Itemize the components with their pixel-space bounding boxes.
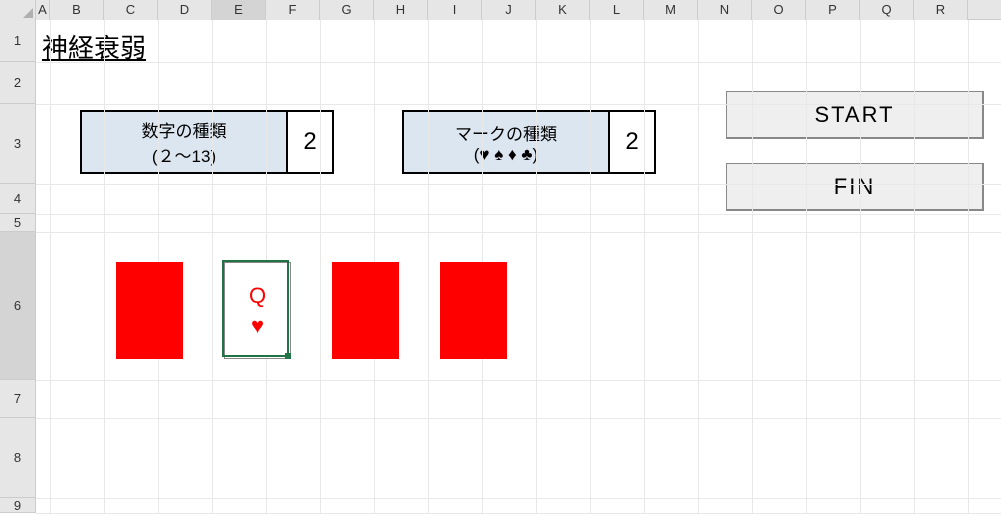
row-header-3[interactable]: 3 (0, 104, 36, 184)
col-header-B[interactable]: B (50, 0, 104, 20)
col-header-O[interactable]: O (752, 0, 806, 20)
col-header-I[interactable]: I (428, 0, 482, 20)
row-header-2[interactable]: 2 (0, 62, 36, 104)
row-header-8[interactable]: 8 (0, 418, 36, 498)
col-header-F[interactable]: F (266, 0, 320, 20)
card-rank: Q (249, 283, 266, 309)
row-header-6[interactable]: 6 (0, 232, 36, 380)
number-types-box: 数字の種類 (２～13) 2 (80, 110, 334, 174)
card-back[interactable] (116, 262, 183, 359)
start-button[interactable]: START (726, 91, 984, 139)
fin-button[interactable]: FIN (726, 163, 984, 211)
row-header-9[interactable]: 9 (0, 498, 36, 513)
card-back[interactable] (440, 262, 507, 359)
col-header-N[interactable]: N (698, 0, 752, 20)
row-header-7[interactable]: 7 (0, 380, 36, 418)
grid-area[interactable]: 神経衰弱 数字の種類 (２～13) 2 マークの種類 (♥ ♠ ♦ ♣) 2 S… (36, 20, 1001, 513)
col-header-A[interactable]: A (36, 0, 50, 20)
col-header-D[interactable]: D (158, 0, 212, 20)
col-header-M[interactable]: M (644, 0, 698, 20)
col-header-G[interactable]: G (320, 0, 374, 20)
number-types-line2: (２～13) (152, 142, 216, 167)
col-header-E[interactable]: E (212, 0, 266, 20)
row-header-1[interactable]: 1 (0, 20, 36, 62)
suit-types-value[interactable]: 2 (610, 112, 654, 172)
number-types-value[interactable]: 2 (288, 112, 332, 172)
col-header-Q[interactable]: Q (860, 0, 914, 20)
col-header-L[interactable]: L (590, 0, 644, 20)
suit-types-label: マークの種類 (♥ ♠ ♦ ♣) (404, 112, 610, 172)
card-back[interactable] (332, 262, 399, 359)
suit-types-box: マークの種類 (♥ ♠ ♦ ♣) 2 (402, 110, 656, 174)
col-header-H[interactable]: H (374, 0, 428, 20)
col-header-K[interactable]: K (536, 0, 590, 20)
suit-types-line1: マークの種類 (455, 120, 557, 145)
col-header-C[interactable]: C (104, 0, 158, 20)
page-title: 神経衰弱 (42, 28, 146, 65)
row-headers: 123456789 (0, 20, 36, 513)
row-header-4[interactable]: 4 (0, 184, 36, 214)
row-header-5[interactable]: 5 (0, 214, 36, 232)
col-header-R[interactable]: R (914, 0, 968, 20)
heart-icon: ♥ (251, 313, 264, 339)
col-header-P[interactable]: P (806, 0, 860, 20)
suit-types-line2: (♥ ♠ ♦ ♣) (474, 145, 538, 165)
column-headers: ABCDEFGHIJKLMNOPQR (0, 0, 1001, 20)
col-header-J[interactable]: J (482, 0, 536, 20)
number-types-label: 数字の種類 (２～13) (82, 112, 288, 172)
card-face[interactable]: Q♥ (224, 262, 291, 359)
number-types-line1: 数字の種類 (142, 117, 227, 142)
select-all-corner[interactable] (0, 0, 36, 20)
